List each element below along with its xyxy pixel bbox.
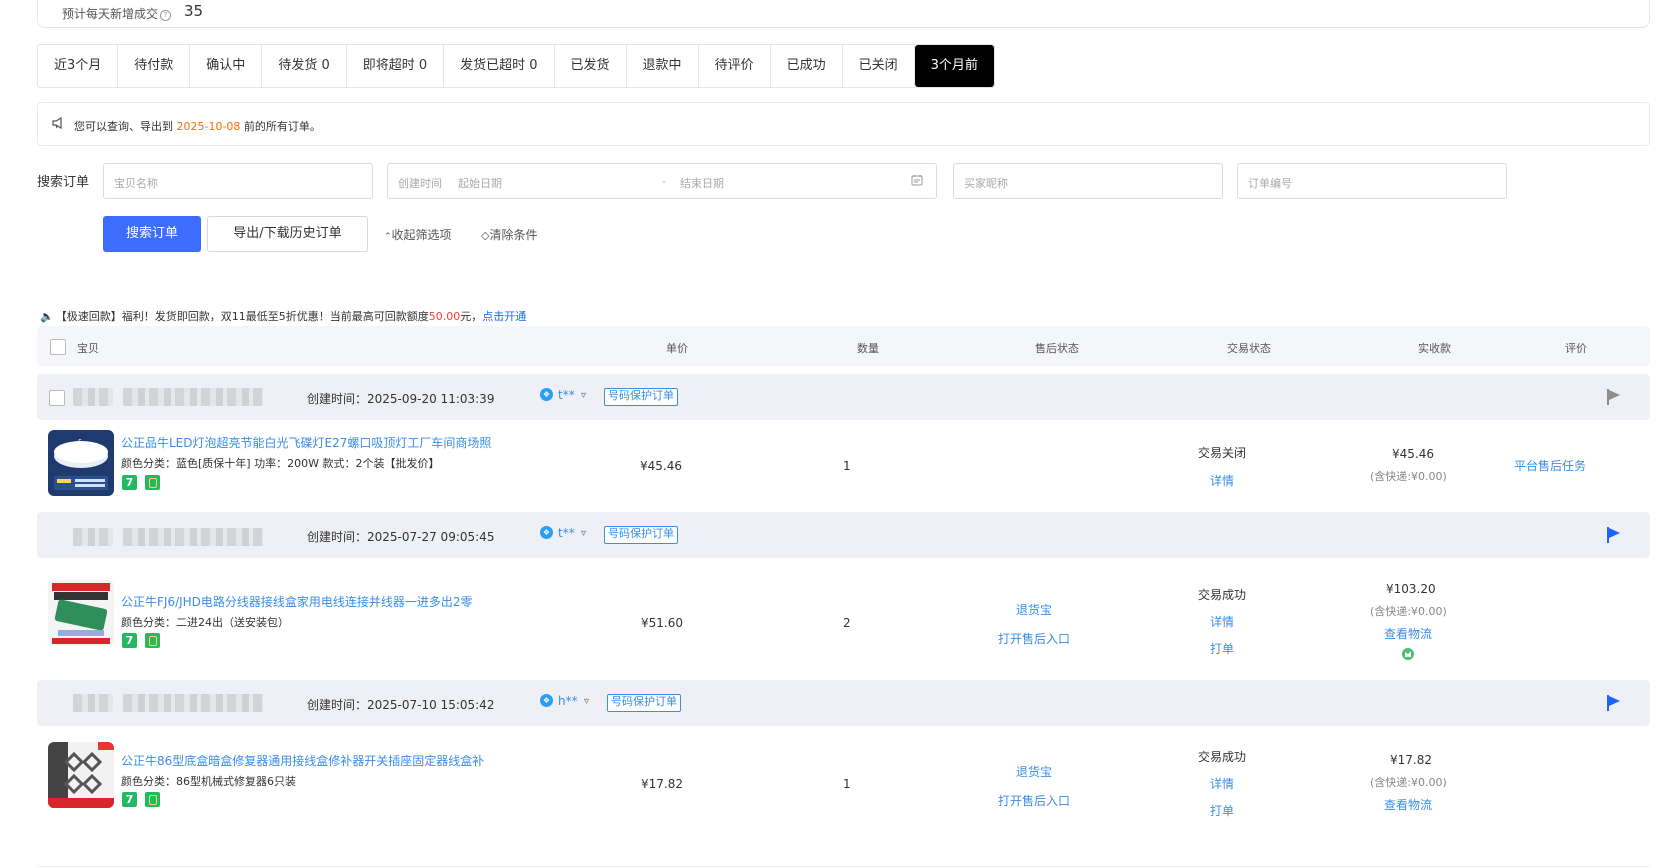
tab-closed[interactable]: 已关闭 — [843, 45, 915, 87]
flag-icon[interactable] — [1607, 695, 1621, 711]
tab-shipped[interactable]: 已发货 — [555, 45, 627, 87]
view-logistics-link[interactable]: 查看物流 — [1384, 796, 1432, 813]
view-logistics-link[interactable]: 查看物流 — [1384, 625, 1432, 642]
clear-conditions-link[interactable]: ◇清除条件 — [481, 226, 537, 243]
flag-icon[interactable] — [1607, 389, 1621, 405]
divider — [37, 866, 1650, 867]
return-insurance-link[interactable]: 退货宝 — [1016, 601, 1052, 618]
print-order-link[interactable]: 打单 — [1210, 640, 1234, 657]
order-header: 创建时间：2025-09-20 11:03:39 ❖ t** ▿ 号码保护订单 — [37, 374, 1650, 420]
activate-link[interactable]: 点击开通 — [482, 310, 526, 323]
order-detail-link[interactable]: 详情 — [1210, 613, 1234, 630]
order-detail-link[interactable]: 详情 — [1210, 775, 1234, 792]
tab-before-3-months[interactable]: 3个月前 — [914, 45, 994, 87]
date-range-label: 创建时间 — [398, 177, 442, 190]
seven-day-return-icon: 7 — [122, 633, 137, 648]
svg-text:£: £ — [77, 438, 82, 447]
seven-day-return-icon: 7 — [122, 475, 137, 490]
select-all-checkbox[interactable] — [50, 339, 66, 355]
buyer-nickname-input[interactable]: 买家昵称 — [953, 163, 1223, 199]
chat-icon[interactable]: ❖ — [540, 388, 553, 401]
open-aftersale-link[interactable]: 打开售后入口 — [998, 792, 1070, 809]
order-number-input[interactable]: 订单编号 — [1237, 163, 1507, 199]
product-attributes: 颜色分类：86型机械式修复器6只装 — [121, 775, 296, 788]
order-header: 创建时间：2025-07-10 15:05:42 ❖ h** ▿ 号码保护订单 — [37, 680, 1650, 726]
redacted-shop — [123, 694, 263, 712]
seven-day-return-icon: 7 — [122, 792, 137, 807]
product-attributes: 颜色分类：蓝色[质保十年] 功率：200W 款式：2个装【批发价】 — [121, 457, 440, 470]
redacted-order-no — [73, 388, 113, 406]
product-thumbnail[interactable] — [48, 742, 114, 808]
tab-about-to-timeout[interactable]: 即将超时 0 — [347, 45, 445, 87]
end-date-input[interactable]: 结束日期 — [680, 175, 724, 191]
date-range-picker[interactable]: 创建时间 起始日期 - 结束日期 — [387, 163, 937, 199]
open-aftersale-link[interactable]: 打开售后入口 — [998, 630, 1070, 647]
tab-refunding[interactable]: 退款中 — [627, 45, 699, 87]
chat-icon[interactable]: ❖ — [540, 526, 553, 539]
summary-card: 预计每天新增成交? 35 — [37, 0, 1650, 28]
redacted-order-no — [73, 694, 113, 712]
tab-success[interactable]: 已成功 — [771, 45, 843, 87]
filter-icon[interactable]: ▿ — [581, 528, 586, 539]
product-title[interactable]: 公正牛86型底盒暗盒修复器通用接线盒修补器开关插座固定器线盒补 — [121, 752, 484, 769]
guarantee-icon — [145, 792, 160, 807]
print-order-link[interactable]: 打单 — [1210, 802, 1234, 819]
summary-label: 预计每天新增成交? — [62, 5, 172, 22]
redacted-shop — [123, 528, 263, 546]
summary-value: 35 — [184, 2, 204, 20]
tab-recent-3-months[interactable]: 近3个月 — [38, 45, 119, 87]
tab-shipping-timeout[interactable]: 发货已超时 0 — [444, 45, 555, 87]
return-insurance-link[interactable]: 退货宝 — [1016, 763, 1052, 780]
guarantee-icon — [145, 475, 160, 490]
platform-aftersale-task-link[interactable]: 平台售后任务 — [1514, 457, 1586, 474]
tab-to-ship[interactable]: 待发货 0 — [262, 45, 347, 87]
product-attributes: 颜色分类：二进24出（送安装包） — [121, 616, 289, 629]
filter-icon[interactable]: ▿ — [581, 390, 586, 401]
logistics-status-icon — [1401, 647, 1415, 664]
product-title[interactable]: 公正牛FJ6/JHD电路分线器接线盒家用电线连接并线器一进多出2零 — [121, 593, 473, 610]
tab-to-review[interactable]: 待评价 — [699, 45, 771, 87]
fast-payback-promo: 🔈 【极速回款】福利！发货即回款，双11最低至5折优惠！当前最高可回款额度50.0… — [40, 310, 527, 323]
order-checkbox[interactable] — [49, 390, 65, 406]
guarantee-icon — [145, 633, 160, 648]
speaker-icon: 🔈 — [40, 310, 54, 323]
megaphone-icon — [52, 116, 66, 132]
table-header: 宝贝 单价 数量 售后状态 交易状态 实收款 评价 — [37, 326, 1650, 366]
collapse-filters-link[interactable]: ⌃收起筛选项 — [384, 226, 452, 243]
calendar-icon[interactable] — [911, 174, 923, 189]
filter-icon[interactable]: ▿ — [584, 696, 589, 707]
notice-text: 您可以查询、导出到 2025-10-08 前的所有订单。 — [74, 120, 321, 133]
product-thumbnail[interactable]: £ — [48, 430, 114, 496]
chevron-up-icon: ⌃ — [384, 232, 392, 242]
search-orders-button[interactable]: 搜索订单 — [103, 216, 201, 252]
flag-icon[interactable] — [1607, 527, 1621, 543]
order-header: 创建时间：2025-07-27 09:05:45 ❖ t** ▿ 号码保护订单 — [37, 512, 1650, 558]
redacted-shop — [123, 388, 263, 406]
tab-pending-payment[interactable]: 待付款 — [118, 45, 191, 87]
start-date-input[interactable]: 起始日期 — [458, 175, 502, 191]
export-history-button[interactable]: 导出/下载历史订单 — [207, 216, 368, 252]
redacted-order-no — [73, 528, 113, 546]
chat-icon[interactable]: ❖ — [540, 694, 553, 707]
help-icon[interactable]: ? — [160, 10, 172, 21]
product-thumbnail[interactable] — [48, 580, 114, 646]
export-notice: 您可以查询、导出到 2025-10-08 前的所有订单。 — [37, 102, 1650, 146]
status-tabs: 近3个月 待付款 确认中 待发货 0 即将超时 0 发货已超时 0 已发货 退款… — [37, 44, 995, 88]
product-title[interactable]: 公正品牛LED灯泡超亮节能白光飞碟灯E27螺口吸顶灯工厂车间商场照 — [121, 434, 491, 451]
tab-confirming[interactable]: 确认中 — [190, 45, 263, 87]
order-detail-link[interactable]: 详情 — [1210, 472, 1234, 489]
search-label: 搜索订单 — [37, 175, 90, 190]
item-name-input[interactable]: 宝贝名称 — [103, 163, 373, 199]
